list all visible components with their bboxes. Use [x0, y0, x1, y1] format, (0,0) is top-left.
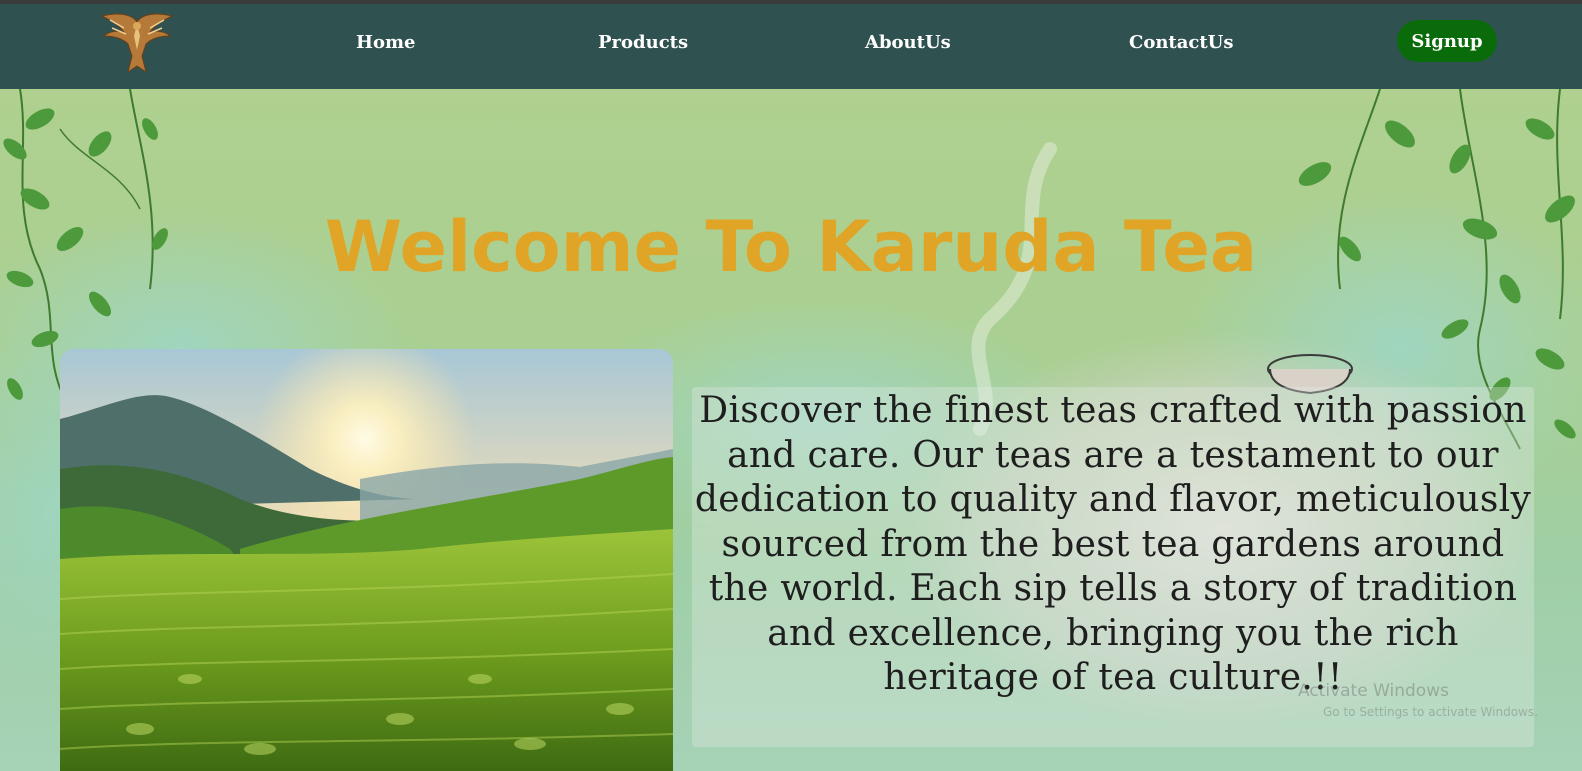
hero-section: Welcome To Karuda Tea Discover the fines… [0, 89, 1582, 771]
activate-windows-subtitle: Go to Settings to activate Windows. [1323, 705, 1538, 719]
nav-about-us[interactable]: AboutUs [865, 32, 951, 53]
tea-plantation-image [60, 349, 673, 771]
nav-contact-us[interactable]: ContactUs [1129, 32, 1234, 53]
eagle-logo-icon[interactable] [98, 10, 176, 80]
signup-button[interactable]: Signup [1397, 20, 1497, 62]
hero-description: Discover the finest teas crafted with pa… [694, 390, 1532, 698]
activate-windows-title: Activate Windows [1298, 681, 1449, 701]
hero-title: Welcome To Karuda Tea [324, 206, 1258, 288]
nav-home[interactable]: Home [356, 32, 416, 53]
navbar: Home Products AboutUs ContactUs Signup [0, 4, 1582, 89]
nav-products[interactable]: Products [598, 32, 688, 53]
